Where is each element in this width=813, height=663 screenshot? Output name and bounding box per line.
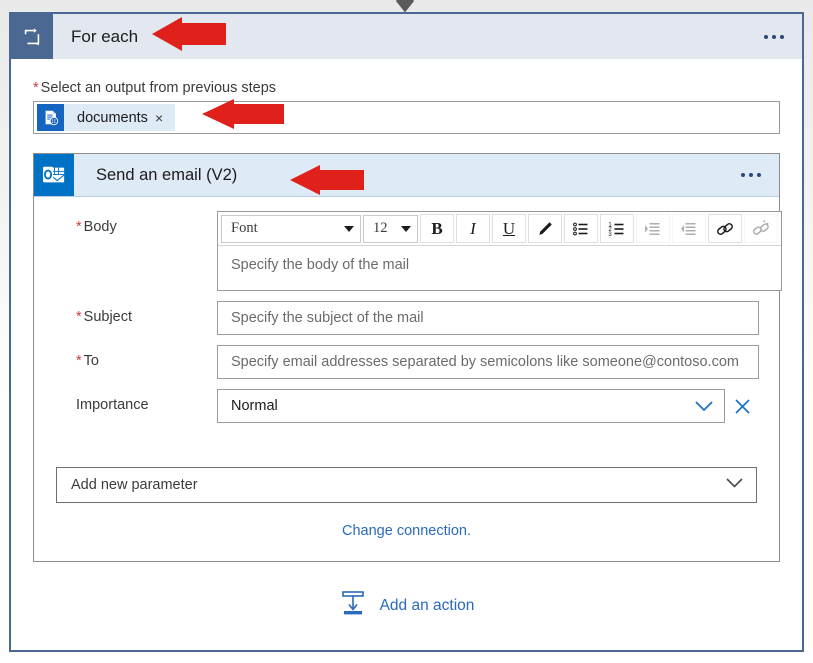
italic-button[interactable]: I: [456, 214, 490, 243]
flow-designer-screenshot: For each *Select an output from previous…: [0, 0, 813, 663]
body-field-row: *Body Font 12: [54, 211, 759, 291]
bold-button[interactable]: B: [420, 214, 454, 243]
link-icon[interactable]: [708, 214, 742, 243]
required-asterisk: *: [33, 80, 39, 96]
for-each-title: For each: [71, 27, 138, 47]
documents-token-label: documents: [64, 110, 155, 126]
send-email-body: *Body Font 12: [34, 197, 779, 455]
down-arrow-icon: [392, 0, 418, 12]
add-new-parameter-label: Add new parameter: [71, 477, 198, 493]
importance-value: Normal: [231, 398, 278, 414]
font-size-select[interactable]: 12: [363, 215, 418, 243]
chevron-down-icon: [344, 226, 354, 232]
rich-text-toolbar: Font 12 B I U: [218, 212, 781, 246]
insert-action-icon: [339, 589, 367, 622]
body-placeholder[interactable]: Specify the body of the mail: [218, 246, 781, 290]
add-an-action-button[interactable]: Add an action: [11, 589, 802, 622]
to-field-row: *To Specify email addresses separated by…: [54, 345, 759, 379]
loop-icon: [11, 14, 53, 59]
send-email-header[interactable]: Send an email (V2): [34, 154, 779, 197]
for-each-body: *Select an output from previous steps: [11, 80, 802, 562]
importance-select[interactable]: Normal: [217, 389, 725, 423]
change-connection-link[interactable]: Change connection.: [34, 523, 779, 539]
importance-delete-button[interactable]: [725, 398, 759, 415]
for-each-card: For each *Select an output from previous…: [9, 12, 804, 652]
bulleted-list-icon[interactable]: [564, 214, 598, 243]
arrow-pointing-to-documents-token: [202, 99, 284, 129]
subject-field-row: *Subject Specify the subject of the mail: [54, 301, 759, 335]
documents-token[interactable]: documents ×: [37, 104, 175, 131]
chevron-down-icon: [725, 477, 744, 493]
importance-field-row: Importance Normal: [54, 389, 759, 423]
send-email-menu-button[interactable]: [737, 167, 765, 183]
to-label: *To: [54, 345, 217, 369]
add-new-parameter-select[interactable]: Add new parameter: [56, 467, 757, 503]
sharepoint-document-icon: [37, 104, 64, 131]
required-asterisk: *: [76, 309, 82, 325]
select-output-label: *Select an output from previous steps: [33, 80, 780, 96]
outdent-icon[interactable]: [672, 214, 706, 243]
arrow-pointing-to-send-an-email-title: [290, 165, 364, 195]
subject-input[interactable]: Specify the subject of the mail: [217, 301, 759, 335]
importance-label: Importance: [54, 389, 217, 413]
underline-button[interactable]: U: [492, 214, 526, 243]
unlink-icon[interactable]: [744, 214, 778, 243]
subject-label: *Subject: [54, 301, 217, 325]
required-asterisk: *: [76, 353, 82, 369]
indent-icon[interactable]: [636, 214, 670, 243]
outlook-icon: [34, 154, 74, 196]
numbered-list-icon[interactable]: 1 2 3: [600, 214, 634, 243]
font-family-select[interactable]: Font: [221, 215, 361, 243]
send-email-title: Send an email (V2): [96, 166, 237, 185]
send-email-card: Send an email (V2) *Body: [33, 153, 780, 562]
svg-text:3: 3: [608, 232, 612, 238]
select-output-input[interactable]: documents ×: [33, 101, 780, 134]
chevron-down-icon: [401, 226, 411, 232]
to-input[interactable]: Specify email addresses separated by sem…: [217, 345, 759, 379]
for-each-header[interactable]: For each: [11, 14, 802, 59]
chevron-down-icon: [694, 400, 714, 413]
required-asterisk: *: [76, 219, 82, 235]
font-color-icon[interactable]: [528, 214, 562, 243]
body-label: *Body: [54, 211, 217, 235]
documents-token-remove-icon[interactable]: ×: [155, 111, 175, 125]
for-each-menu-button[interactable]: [760, 29, 788, 45]
arrow-pointing-to-for-each-title: [152, 17, 226, 51]
body-rich-text-editor[interactable]: Font 12 B I U: [217, 211, 782, 291]
add-an-action-label: Add an action: [380, 597, 475, 615]
